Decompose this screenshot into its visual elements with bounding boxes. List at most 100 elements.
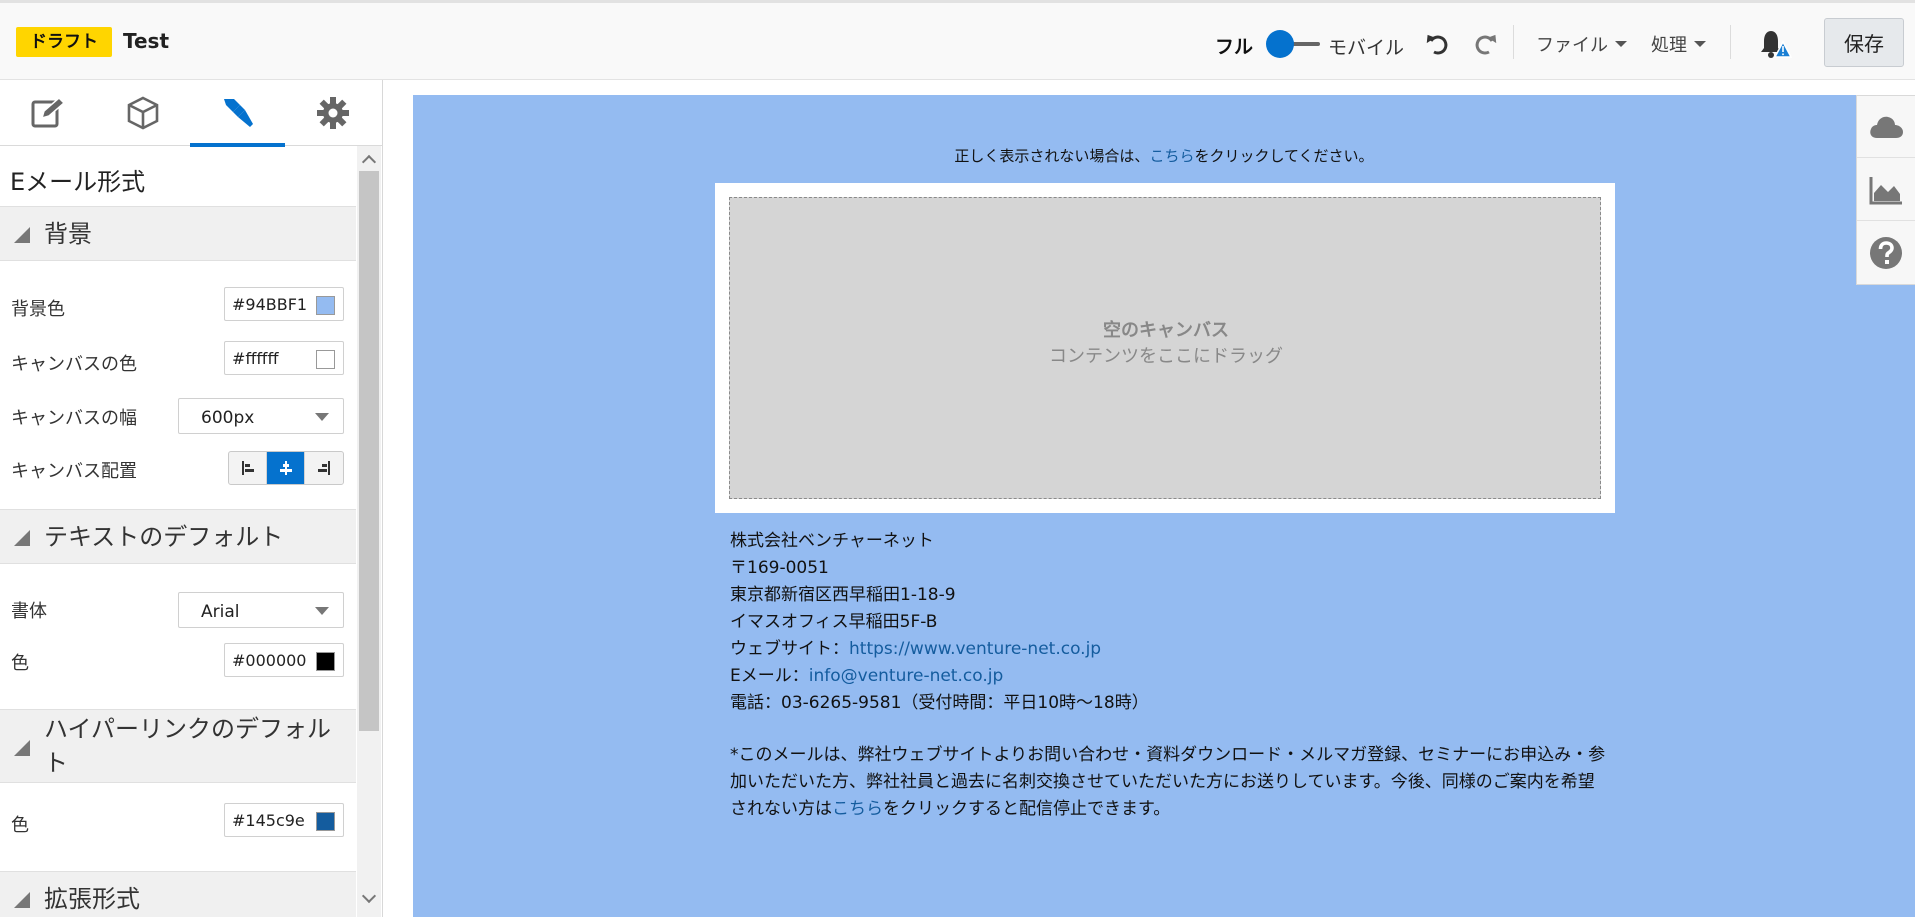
right-rail [1856, 95, 1915, 285]
tab-edit[interactable] [0, 80, 95, 146]
notice-link[interactable]: こちら [1149, 147, 1194, 165]
align-center-button[interactable] [267, 452, 305, 484]
unsubscribe-link[interactable]: こちら [832, 799, 883, 819]
cloud-button[interactable] [1857, 96, 1915, 158]
unsubscribe-disclaimer: *このメールは、弊社ウェブサイトよりお問い合わせ・資料ダウンロード・メルマガ登録… [730, 742, 1610, 823]
email-label: Eメール： [730, 666, 809, 686]
top-toolbar: ドラフト Test フル モバイル ファイル 処理 保存 [0, 0, 1915, 80]
notice-text: 正しく表示されない場合は、 [954, 147, 1150, 165]
company-footer: 株式会社ベンチャーネット 〒169-0051 東京都新宿区西早稲田1-18-9 … [730, 528, 1610, 717]
analytics-button[interactable] [1857, 159, 1915, 221]
file-menu[interactable]: ファイル [1536, 31, 1627, 57]
cloud-icon [1870, 116, 1903, 138]
help-button[interactable] [1857, 222, 1915, 284]
tab-components[interactable] [95, 80, 190, 146]
canvas-width-select[interactable]: 600px [178, 398, 344, 434]
collapse-triangle-icon [14, 740, 30, 756]
bell-warning-icon [1761, 31, 1793, 58]
toggle-knob [1266, 30, 1294, 58]
website-label: ウェブサイト： [730, 639, 849, 659]
save-button[interactable]: 保存 [1824, 18, 1904, 67]
align-left-button[interactable] [229, 452, 267, 484]
color-swatch[interactable] [316, 296, 335, 315]
bg-color-field[interactable]: #94BBF1 [224, 287, 344, 321]
website-link[interactable]: https://www.venture-net.co.jp [849, 639, 1101, 659]
bg-color-value: #94BBF1 [232, 295, 308, 314]
section-hyperlink-defaults[interactable]: ハイパーリンクのデフォル ト [0, 709, 356, 783]
cube-icon [127, 96, 158, 130]
text-color-value: #000000 [232, 651, 307, 670]
canvas-color-label: キャンバスの色 [11, 354, 137, 375]
section-text-defaults[interactable]: テキストのデフォルト [0, 509, 356, 564]
redo-icon [1475, 34, 1497, 55]
link-color-field[interactable]: #145c9e [224, 803, 344, 837]
view-full-label[interactable]: フル [1215, 32, 1253, 59]
link-color-value: #145c9e [232, 811, 305, 830]
undo-button[interactable] [1423, 29, 1453, 59]
section-label: ハイパーリンクのデフォル [44, 715, 332, 743]
notifications-button[interactable] [1757, 27, 1793, 61]
canvas-color-value: #ffffff [232, 349, 279, 368]
paintbrush-icon [223, 99, 253, 127]
collapse-triangle-icon [14, 530, 30, 546]
text-color-label: 色 [11, 653, 29, 674]
file-menu-label: ファイル [1536, 35, 1608, 56]
dropdown-arrow-icon [315, 413, 329, 421]
font-value: Arial [201, 602, 240, 622]
company-name: 株式会社ベンチャーネット [730, 531, 934, 551]
empty-canvas-dropzone[interactable]: 空のキャンバス コンテンツをここにドラッグ [729, 197, 1601, 499]
collapse-triangle-icon [14, 892, 30, 908]
canvas-color-field[interactable]: #ffffff [224, 341, 344, 375]
collapse-triangle-icon [14, 227, 30, 243]
font-select[interactable]: Arial [178, 592, 344, 628]
status-badge: ドラフト [16, 27, 112, 57]
address-line1: 東京都新宿区西早稲田1-18-9 [730, 585, 956, 605]
help-icon [1870, 237, 1902, 269]
section-extended[interactable]: 拡張形式 [0, 871, 356, 917]
website-line: ウェブサイト：https://www.venture-net.co.jp [730, 636, 1610, 663]
panel-scrollbar[interactable] [357, 146, 381, 917]
actions-menu[interactable]: 処理 [1651, 31, 1706, 57]
gear-icon [316, 97, 349, 129]
color-swatch[interactable] [316, 652, 335, 671]
color-swatch[interactable] [316, 812, 335, 831]
panel-tabs [0, 80, 383, 147]
scroll-up-arrow-icon[interactable] [361, 154, 377, 170]
email-line: Eメール：info@venture-net.co.jp [730, 663, 1610, 690]
text-color-field[interactable]: #000000 [224, 643, 344, 677]
phone-line: 電話：03-6265-9581（受付時間：平日10時～18時） [730, 693, 1149, 713]
align-left-icon [241, 461, 254, 475]
tab-style[interactable] [190, 80, 285, 147]
align-right-icon [318, 461, 330, 475]
panel-content: Eメール形式 背景 背景色 #94BBF1 キャンバスの色 #ffffff キャ… [0, 146, 356, 917]
canvas-align-label: キャンバス配置 [11, 461, 137, 482]
email-canvas: 空のキャンバス コンテンツをここにドラッグ [715, 183, 1615, 513]
dropdown-arrow-icon [315, 607, 329, 615]
actions-menu-label: 処理 [1651, 35, 1687, 56]
scroll-down-arrow-icon[interactable] [361, 888, 377, 904]
properties-panel: Eメール形式 背景 背景色 #94BBF1 キャンバスの色 #ffffff キャ… [0, 80, 383, 917]
pencil-edit-icon [31, 96, 65, 128]
view-mobile-label[interactable]: モバイル [1328, 33, 1404, 60]
align-center-icon [279, 461, 292, 475]
font-label: 書体 [11, 601, 47, 622]
section-label-wrap: ト [44, 749, 68, 777]
section-label: 拡張形式 [44, 885, 140, 913]
section-background[interactable]: 背景 [0, 206, 356, 261]
scroll-thumb[interactable] [359, 171, 379, 731]
view-mode-toggle[interactable] [1266, 29, 1323, 59]
dropzone-title: 空のキャンバス [1103, 320, 1229, 341]
toolbar-divider [1513, 25, 1514, 59]
redo-button[interactable] [1470, 29, 1500, 59]
section-label: テキストのデフォルト [44, 523, 284, 551]
email-link[interactable]: info@venture-net.co.jp [809, 666, 1004, 686]
area-chart-icon [1869, 176, 1902, 204]
email-canvas-area: 正しく表示されない場合は、こちらをクリックしてください。 空のキャンバス コンテ… [413, 95, 1915, 917]
notice-text: をクリックしてください。 [1194, 147, 1374, 165]
canvas-align-group [228, 451, 344, 485]
address-line2: イマスオフィス早稲田5F-B [730, 612, 938, 632]
tab-settings[interactable] [285, 80, 380, 146]
align-right-button[interactable] [305, 452, 343, 484]
color-swatch[interactable] [316, 350, 335, 369]
view-in-browser-notice: 正しく表示されない場合は、こちらをクリックしてください。 [413, 145, 1915, 166]
